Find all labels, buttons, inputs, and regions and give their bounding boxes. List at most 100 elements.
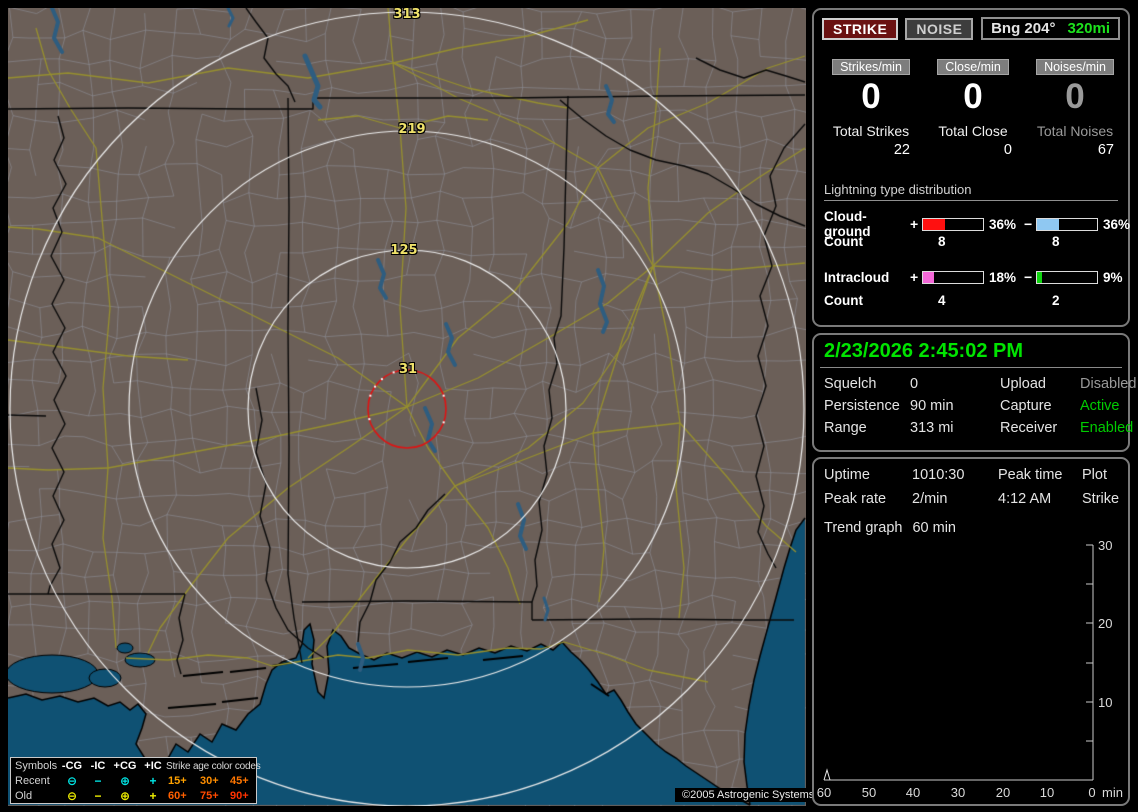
range-ring-label-313: 313 (393, 7, 421, 22)
old-neg-ic-icon: − (94, 789, 102, 803)
legend-header-row: Symbols -CG -IC +CG +IC Strike age color… (15, 759, 261, 774)
y-tick-10: 10 (1098, 695, 1112, 710)
squelch-label: Squelch (824, 376, 877, 392)
range-ring-label-125: 125 (390, 243, 418, 258)
peak-time-label: Peak time (998, 467, 1063, 483)
close-per-min-value: 0 (963, 77, 983, 116)
x-tick-40: 40 (906, 785, 920, 800)
persistence-label: Persistence (824, 398, 900, 414)
counters-panel: STRIKE NOISE Bng 204° 320mi Strikes/min … (812, 8, 1130, 327)
strikes-per-min-label: Strikes/min (832, 59, 910, 75)
recent-neg-cg-icon: ⊖ (66, 774, 78, 788)
range-ring-label-31: 31 (398, 362, 418, 377)
intracloud-count-row: Count 4 2 (814, 293, 1128, 311)
intracloud-label: Intracloud (824, 269, 890, 285)
recent-neg-ic-icon: − (94, 774, 102, 788)
noises-per-min-label: Noises/min (1036, 59, 1114, 75)
peak-time-value: 4:12 AM (998, 491, 1052, 507)
age-15: 15+ (168, 775, 187, 787)
total-strikes-value: 22 (893, 142, 910, 158)
range-ring-label-219: 219 (398, 122, 426, 137)
close-counter: Close/min 0 Total Close 0 (922, 58, 1024, 158)
cg-minus-pct: 36% (1103, 216, 1131, 232)
trend-line (823, 768, 831, 781)
age-45: 45+ (230, 775, 249, 787)
strike-toggle-button[interactable]: STRIKE (822, 17, 899, 40)
ic-plus-pct: 18% (989, 269, 1017, 285)
age-30: 30+ (200, 775, 219, 787)
cg-plus-count: 8 (938, 234, 946, 249)
ic-plus-count: 4 (938, 293, 946, 308)
squelch-value: 0 (910, 376, 919, 392)
cg-count-label: Count (824, 234, 863, 249)
lightning-map: 313 219 125 31 Symbols -CG -IC +CG +IC S… (8, 7, 822, 806)
total-noises-value: 67 (1097, 142, 1114, 158)
old-pos-ic-icon: + (149, 789, 157, 803)
legend-col-neg-ic: -IC (90, 760, 106, 772)
range-value: 313 mi (910, 420, 954, 436)
legend-symbols-header: Symbols (15, 760, 58, 772)
x-axis-unit: min (1102, 785, 1123, 800)
old-neg-cg-icon: ⊖ (66, 789, 78, 803)
total-strikes-label: Total Strikes (832, 123, 910, 139)
receiver-status: Enabled (1080, 420, 1134, 436)
cg-plus-pct: 36% (989, 216, 1017, 232)
close-per-min-label: Close/min (937, 59, 1009, 75)
app-root: { "map": { "ring_labels": ["313", "219",… (0, 0, 1138, 812)
bearing-readout: Bng 204° 320mi (981, 17, 1120, 40)
symbols-legend: Symbols -CG -IC +CG +IC Strike age color… (10, 757, 261, 804)
trend-graph-row: Trend graph 60 min (814, 507, 1128, 536)
age-60: 60+ (168, 790, 187, 802)
legend-age-header: Strike age color codes (166, 761, 261, 772)
intracloud-row: Intracloud + 18% − 9% (814, 268, 1128, 286)
upload-label: Upload (1000, 376, 1046, 392)
x-tick-60: 60 (817, 785, 831, 800)
total-close-value: 0 (1003, 142, 1012, 158)
uptime-label: Uptime (824, 467, 870, 483)
recent-pos-cg-icon: ⊕ (119, 774, 131, 788)
noises-per-min-value: 0 (1065, 77, 1085, 116)
trend-graph-label: Trend graph (824, 520, 903, 536)
y-tick-30: 30 (1098, 539, 1112, 553)
x-tick-30: 30 (951, 785, 965, 800)
minus-sign: − (1024, 216, 1033, 232)
total-close-label: Total Close (938, 123, 1008, 139)
x-tick-10: 10 (1040, 785, 1054, 800)
rate-counters: Strikes/min 0 Total Strikes 22 Close/min… (814, 40, 1128, 158)
plus-sign: + (910, 216, 919, 232)
legend-col-neg-cg: -CG (61, 760, 83, 772)
cg-plus-bar (922, 217, 984, 231)
cg-minus-bar (1036, 217, 1098, 231)
legend-old-row: Old ⊖ − ⊕ + 60+ 75+ 90+ (15, 789, 256, 804)
plot-label: Plot (1082, 467, 1107, 483)
distribution-title: Lightning type distribution (824, 182, 1118, 201)
trend-graph-window: 60 min (912, 520, 956, 536)
ic-plus-bar (922, 270, 984, 284)
datetime-display: 2/23/2026 2:45:02 PM (824, 340, 1024, 362)
uptime-value: 1010:30 (912, 467, 965, 483)
uptime-grid: Uptime 1010:30 Peak time Plot Peak rate … (814, 459, 1128, 507)
noise-toggle-button[interactable]: NOISE (905, 17, 974, 40)
bearing-distance: 320mi (1067, 20, 1110, 37)
legend-recent-row: Recent ⊖ − ⊕ + 15+ 30+ 45+ (15, 774, 256, 789)
upload-status: Disabled (1080, 376, 1137, 392)
copyright-notice: ©2005 Astrogenic Systems (675, 788, 822, 802)
status-grid: Squelch 0 Upload Disabled Persistence 90… (814, 368, 1136, 444)
old-pos-cg-icon: ⊕ (119, 789, 131, 803)
x-tick-50: 50 (862, 785, 876, 800)
legend-col-pos-ic: +IC (144, 760, 162, 772)
ic-count-label: Count (824, 293, 863, 308)
cloud-ground-row: Cloud-ground + 36% − 36% (814, 209, 1130, 239)
age-90: 90+ (230, 790, 249, 802)
plot-value: Strike (1082, 491, 1120, 507)
peak-rate-value: 2/min (912, 491, 948, 507)
persistence-value: 90 min (910, 398, 954, 414)
strikes-per-min-value: 0 (861, 77, 881, 116)
bearing-label: Bng 204° (991, 20, 1056, 37)
legend-old-label: Old (15, 790, 33, 802)
noises-counter: Noises/min 0 Total Noises 67 (1024, 58, 1126, 158)
strikes-counter: Strikes/min 0 Total Strikes 22 (820, 58, 922, 158)
range-label: Range (824, 420, 867, 436)
recent-pos-ic-icon: + (149, 774, 157, 788)
status-panel: 2/23/2026 2:45:02 PM Squelch 0 Upload Di… (812, 333, 1136, 452)
